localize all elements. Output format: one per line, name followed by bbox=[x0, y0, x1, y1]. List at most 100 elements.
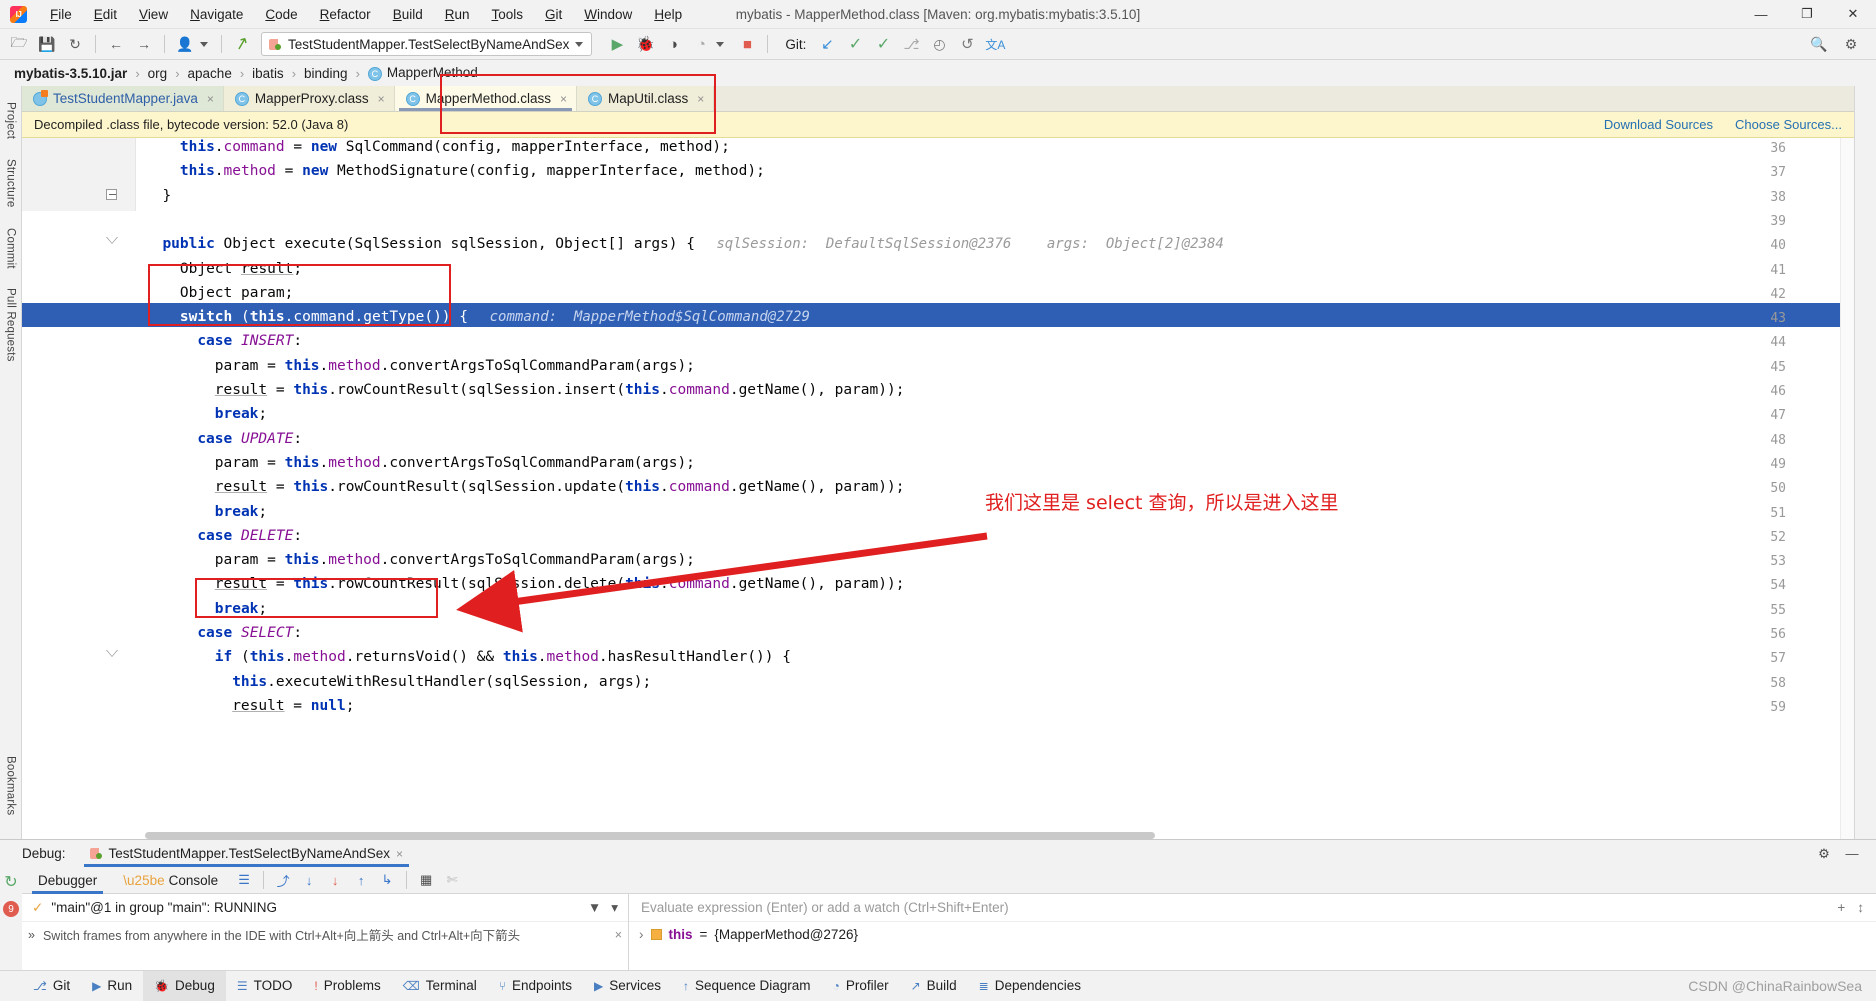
profile-user-icon[interactable]: 👤 bbox=[172, 32, 198, 56]
status-bar-item-git[interactable]: ⎇ Git bbox=[22, 971, 81, 1001]
open-folder-icon[interactable]: 🗁 bbox=[6, 32, 32, 56]
close-icon[interactable]: × bbox=[378, 92, 385, 106]
profile-button[interactable]: ◔ bbox=[688, 32, 714, 56]
gear-icon[interactable]: ⚙ bbox=[1812, 843, 1836, 865]
code-line[interactable]: case DELETE: bbox=[145, 522, 1854, 546]
status-bar-item-build[interactable]: ↗ Build bbox=[900, 971, 968, 1001]
menu-run[interactable]: Run bbox=[434, 4, 481, 25]
code-line[interactable]: this.command = new SqlCommand(config, ma… bbox=[145, 138, 1854, 157]
tab-console[interactable]: \u25be Console bbox=[111, 867, 230, 894]
breadcrumb-item-apache[interactable]: apache bbox=[184, 66, 236, 81]
error-stripe-marker-bar[interactable] bbox=[1840, 138, 1854, 839]
status-bar-item-todo[interactable]: ☰ TODO bbox=[226, 971, 304, 1001]
git-update-icon[interactable]: ↙ bbox=[814, 32, 840, 56]
menu-view[interactable]: View bbox=[128, 4, 179, 25]
code-editor[interactable]: 36 this.command = new SqlCommand(config, … bbox=[22, 138, 1854, 839]
code-fold-toggle[interactable] bbox=[106, 650, 118, 662]
status-bar-item-debug[interactable]: 🐞 Debug bbox=[143, 970, 226, 1001]
chevron-down-icon[interactable] bbox=[200, 41, 208, 47]
status-bar-item-terminal[interactable]: ⌫ Terminal bbox=[392, 971, 488, 1001]
sidebar-item-commit[interactable]: Commit bbox=[2, 218, 20, 279]
menu-code[interactable]: Code bbox=[254, 4, 308, 25]
debug-session-tab[interactable]: TestStudentMapper.TestSelectByNameAndSex… bbox=[76, 840, 417, 867]
coverage-button[interactable]: ◑ bbox=[660, 32, 686, 56]
editor-tab-mapperproxy-class[interactable]: C MapperProxy.class × bbox=[223, 86, 395, 111]
mute-breakpoints-icon[interactable]: ✄ bbox=[440, 869, 464, 891]
layout-settings-icon[interactable]: ☰ bbox=[232, 869, 256, 891]
status-bar-item-services[interactable]: ▶ Services bbox=[583, 971, 672, 1001]
status-bar-item-run[interactable]: ▶ Run bbox=[81, 971, 143, 1001]
breadcrumb-item-org[interactable]: org bbox=[144, 66, 172, 81]
thread-selector[interactable]: ✓ "main"@1 in group "main": RUNNING ▼ ▾ bbox=[22, 894, 628, 922]
filter-icon[interactable]: ▼ bbox=[588, 900, 601, 916]
force-step-into-icon[interactable]: ↓ bbox=[323, 869, 347, 891]
code-line[interactable]: Object result; bbox=[145, 255, 1854, 279]
editor-gutter[interactable] bbox=[22, 138, 136, 211]
close-icon[interactable]: × bbox=[207, 92, 214, 106]
evaluate-expression-icon[interactable]: ▦ bbox=[414, 869, 438, 891]
code-line[interactable]: case INSERT: bbox=[145, 327, 1854, 351]
horizontal-scrollbar[interactable] bbox=[145, 832, 1155, 839]
menu-help[interactable]: Help bbox=[643, 4, 693, 25]
code-line[interactable]: param = this.method.convertArgsToSqlComm… bbox=[145, 449, 1854, 473]
menu-git[interactable]: Git bbox=[534, 4, 573, 25]
close-icon[interactable]: × bbox=[615, 928, 622, 942]
breakpoints-icon[interactable]: 9 bbox=[3, 901, 19, 917]
git-push-icon[interactable]: ✓ bbox=[870, 32, 896, 56]
status-bar-item-dependencies[interactable]: ≣ Dependencies bbox=[968, 971, 1092, 1001]
run-to-cursor-icon[interactable]: ↳ bbox=[375, 869, 399, 891]
close-button[interactable]: ✕ bbox=[1830, 0, 1876, 29]
close-icon[interactable]: × bbox=[396, 847, 403, 861]
code-line[interactable]: case UPDATE: bbox=[145, 425, 1854, 449]
code-line[interactable]: param = this.method.convertArgsToSqlComm… bbox=[145, 352, 1854, 376]
minimize-button[interactable]: — bbox=[1738, 0, 1784, 29]
code-line[interactable]: break; bbox=[145, 595, 1854, 619]
evaluate-expression-input[interactable]: Evaluate expression (Enter) or add a wat… bbox=[629, 894, 1876, 922]
sidebar-item-structure[interactable]: Structure bbox=[2, 149, 20, 217]
chevron-down-icon[interactable] bbox=[575, 41, 584, 47]
code-line[interactable]: result = null; bbox=[145, 692, 1854, 716]
code-line[interactable]: param = this.method.convertArgsToSqlComm… bbox=[145, 546, 1854, 570]
code-line[interactable]: Object param; bbox=[145, 279, 1854, 303]
run-configuration-selector[interactable]: TestStudentMapper.TestSelectByNameAndSex bbox=[261, 32, 593, 56]
menu-bar[interactable]: File Edit View Navigate Code Refactor Build Run… bbox=[39, 4, 693, 25]
status-bar-item-problems[interactable]: ! Problems bbox=[303, 971, 391, 1001]
forward-arrow-icon[interactable]: → bbox=[131, 32, 157, 56]
code-line[interactable]: case SELECT: bbox=[145, 619, 1854, 643]
breadcrumb-item-binding[interactable]: binding bbox=[300, 66, 352, 81]
status-bar-item-sequence-diagram[interactable]: ↑ Sequence Diagram bbox=[672, 971, 822, 1001]
git-revert-icon[interactable]: ↺ bbox=[954, 32, 980, 56]
code-line[interactable]: switch (this.command.getType()) {command… bbox=[145, 303, 1854, 327]
run-button[interactable]: ▶ bbox=[604, 32, 630, 56]
search-icon[interactable]: 🔍 bbox=[1806, 32, 1832, 56]
close-icon[interactable]: × bbox=[560, 92, 567, 106]
git-branch-icon[interactable]: ⎇ bbox=[898, 32, 924, 56]
chevron-down-icon[interactable] bbox=[716, 41, 725, 47]
code-fold-toggle[interactable] bbox=[106, 237, 118, 249]
code-line[interactable]: break; bbox=[145, 400, 1854, 424]
code-line[interactable]: result = this.rowCountResult(sqlSession.… bbox=[145, 376, 1854, 400]
menu-tools[interactable]: Tools bbox=[481, 4, 535, 25]
menu-refactor[interactable]: Refactor bbox=[309, 4, 382, 25]
code-line[interactable]: } bbox=[145, 182, 1854, 206]
editor-tab-teststudentmapper-java[interactable]: TestStudentMapper.java × bbox=[22, 86, 224, 111]
variable-row-this[interactable]: › this = {MapperMethod@2726} bbox=[629, 922, 1876, 947]
sidebar-item-pull-requests[interactable]: Pull Requests bbox=[2, 278, 20, 372]
debug-button[interactable]: 🐞 bbox=[632, 32, 658, 56]
step-over-icon[interactable]: ⤴ bbox=[271, 869, 295, 891]
expand-icon[interactable]: › bbox=[639, 927, 644, 942]
code-line[interactable]: result = this.rowCountResult(sqlSession.… bbox=[145, 570, 1854, 594]
code-line[interactable]: if (this.method.returnsVoid() && this.me… bbox=[145, 643, 1854, 667]
breadcrumb-item-ibatis[interactable]: ibatis bbox=[248, 66, 288, 81]
choose-sources-link[interactable]: Choose Sources... bbox=[1735, 117, 1842, 132]
tab-debugger[interactable]: Debugger bbox=[26, 867, 109, 894]
sidebar-item-project[interactable]: Project bbox=[2, 92, 20, 149]
breadcrumb-item-mappermethod[interactable]: C MapperMethod bbox=[364, 65, 482, 81]
sync-refresh-icon[interactable]: ↻ bbox=[62, 32, 88, 56]
menu-file[interactable]: File bbox=[39, 4, 83, 25]
step-out-icon[interactable]: ↑ bbox=[349, 869, 373, 891]
back-arrow-icon[interactable]: ← bbox=[103, 32, 129, 56]
sidebar-item-bookmarks[interactable]: Bookmarks bbox=[2, 746, 20, 825]
rerun-icon[interactable]: ↻ bbox=[0, 871, 23, 893]
code-line[interactable]: public Object execute(SqlSession sqlSess… bbox=[145, 230, 1854, 254]
